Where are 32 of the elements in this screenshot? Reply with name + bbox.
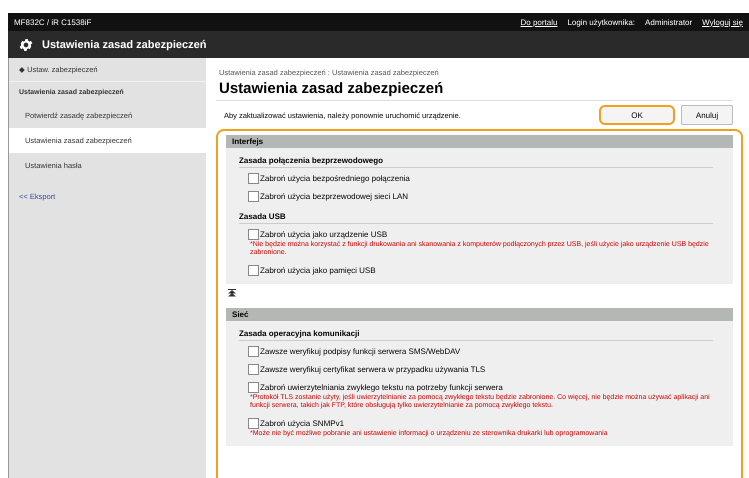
group-title: Zasada połączenia bezprzewodowego	[239, 156, 713, 168]
checkbox[interactable]	[248, 346, 259, 357]
checkbox[interactable]	[248, 191, 259, 202]
top-link[interactable]: Do portalu	[520, 18, 558, 26]
checkbox[interactable]	[248, 264, 259, 276]
section-header: Sieć	[226, 308, 733, 321]
group-title: Zasada USB	[239, 212, 713, 224]
option-label: Zawsze weryfikuj podpisy funkcji serwera SMS/WebDAV	[260, 346, 460, 356]
option-label: Zawsze weryfikuj certyfikat serwera w przypadku używania TLS	[260, 364, 486, 374]
option-label: Zabroń użycia jako pamięci USB	[260, 266, 376, 275]
checkbox[interactable]	[248, 364, 259, 375]
device-name: MF832C / iR C1538iF	[14, 18, 92, 26]
page-title: Ustawienia zasad zabezpieczeń	[42, 38, 206, 50]
option-label: Zabroń użycia bezprzewodowej sieci LAN	[260, 192, 408, 201]
checkbox[interactable]	[248, 418, 259, 429]
group-title: Zasada operacyjna komunikacji	[239, 328, 713, 341]
ok-button[interactable]: OK	[599, 105, 675, 125]
option-label: Zabroń użycia SNMPv1	[260, 418, 344, 428]
gear-icon	[18, 36, 34, 52]
top-link[interactable]: Login użytkownika:	[567, 18, 636, 26]
option-label: Zabroń użycia jako urządzenie USB	[260, 230, 388, 239]
option-label: Zabroń użycia bezpośredniego połączenia	[260, 174, 410, 183]
checkbox[interactable]	[248, 173, 259, 184]
top-link[interactable]: Administrator	[645, 18, 692, 26]
checkbox[interactable]	[248, 382, 259, 393]
top-link[interactable]: Wyloguj się	[702, 18, 743, 26]
option-label: Zabroń uwierzytelniania zwykłego tekstu na potrzeby funkcji serwera	[260, 382, 503, 392]
section-header: Interfejs	[226, 135, 733, 148]
checkbox[interactable]	[248, 229, 259, 240]
cancel-button[interactable]: Anuluj	[681, 105, 733, 125]
back-to-top-icon[interactable]	[228, 288, 236, 297]
heading: Ustawienia zasad zabezpieczeń	[216, 80, 733, 101]
